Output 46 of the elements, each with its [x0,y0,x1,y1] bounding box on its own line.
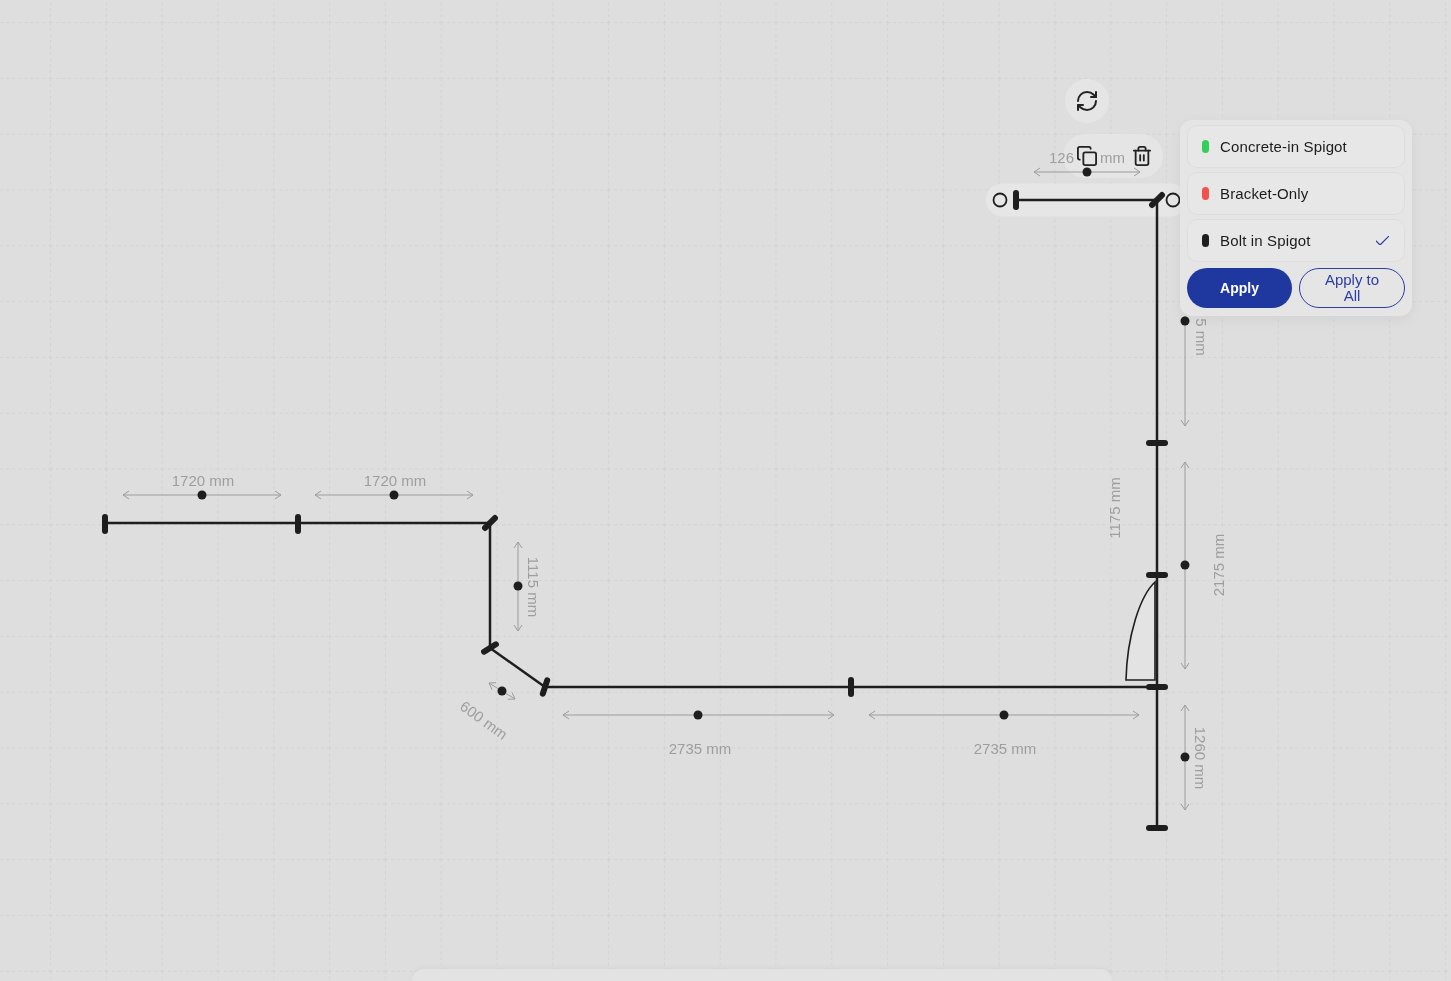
dimension-label: 1260 mm [1191,726,1209,790]
trash-icon [1132,146,1152,166]
dimension-label: 2735 mm [973,739,1037,757]
handle-dot-icon[interactable] [1180,316,1190,326]
dimension-label: 5 mm [1192,318,1210,356]
handle-dot-icon[interactable] [1180,752,1190,762]
fence-post [1149,192,1165,208]
dimension-label: 2175 mm [1209,533,1227,597]
fence-post [102,514,108,534]
copy-button[interactable] [1076,145,1098,167]
fence-post [539,677,551,697]
handle-dot-icon[interactable] [389,490,399,500]
dimension-label: mm [1100,148,1125,166]
dimension-label: 126 [1048,148,1074,166]
fence-post [1146,684,1168,690]
endpoint-handle-icon[interactable] [992,192,1008,208]
handle-dot-icon[interactable] [1180,560,1190,570]
fence-post [1146,440,1168,446]
handle-dot-icon[interactable] [497,686,507,696]
handle-dot-icon[interactable] [999,710,1009,720]
fence-post [295,514,301,534]
dimension-label: 1720 mm [171,471,235,489]
dimension-label: 1115 mm [524,556,542,618]
fence-post [1146,572,1168,578]
delete-button[interactable] [1131,145,1153,167]
post-type-option[interactable]: Bracket-Only [1187,172,1405,215]
endpoint-handle-icon[interactable] [1165,192,1181,208]
dimension-label: 1175 mm [1105,477,1123,539]
fence-post [1013,190,1019,210]
fence-post [848,677,854,697]
handle-dot-icon[interactable] [197,490,207,500]
dimension-label: 2735 mm [668,739,732,757]
post-type-option[interactable]: Concrete-in Spigot [1187,125,1405,168]
handle-dot-icon[interactable] [513,581,523,591]
handle-dot-icon[interactable] [1082,167,1092,177]
dimension-label: 600 mm [457,697,511,743]
refresh-icon [1077,91,1097,111]
fence-post [1146,825,1168,831]
apply-button[interactable]: Apply [1187,268,1292,308]
copy-icon [1077,146,1097,166]
handle-dot-icon[interactable] [693,710,703,720]
dimension-label: 1720 mm [363,471,427,489]
post-type-option[interactable]: Bolt in Spigot [1187,219,1405,262]
fence-post [482,515,498,531]
dimension-arrow [488,682,516,700]
fence-post [481,641,499,655]
